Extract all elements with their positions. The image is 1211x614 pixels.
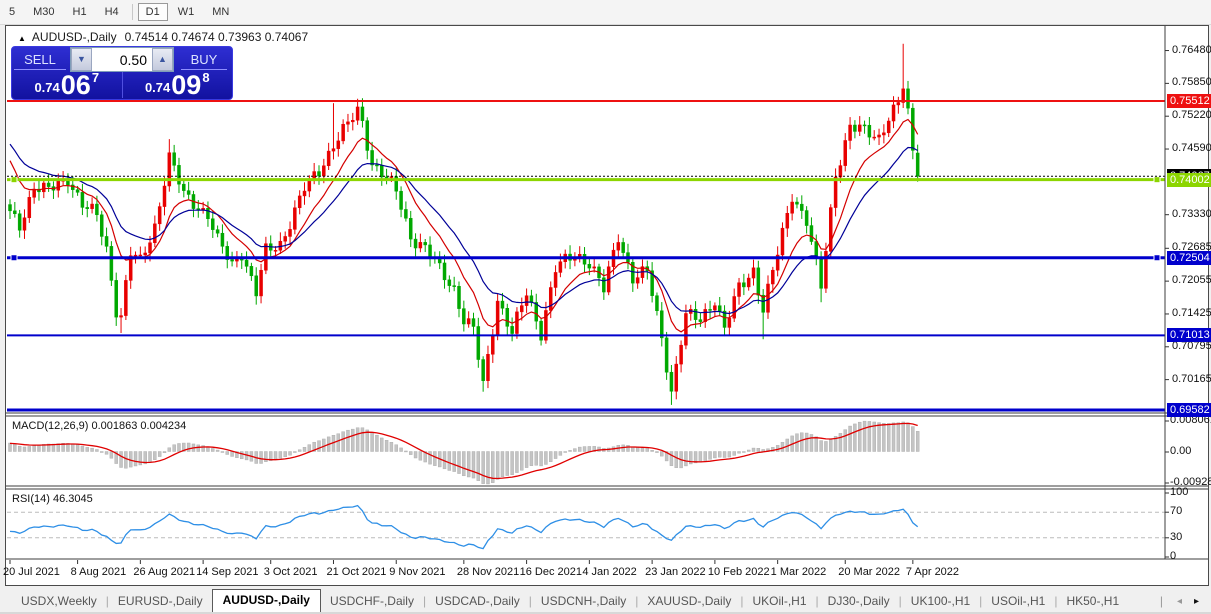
price-badge-0.71013: 0.71013 xyxy=(1167,328,1211,342)
date-label: 3 Oct 2021 xyxy=(264,566,318,578)
date-label: 9 Nov 2021 xyxy=(389,566,445,578)
date-label: 7 Apr 2022 xyxy=(906,566,959,578)
date-label: 21 Oct 2021 xyxy=(326,566,386,578)
rsi-tick-0: 0 xyxy=(1170,550,1176,562)
macd-label: MACD(12,26,9) 0.001863 0.004234 xyxy=(12,420,186,432)
hline-handle[interactable] xyxy=(1154,255,1160,261)
macd-tick: 0.00 xyxy=(1170,445,1191,457)
date-label: 28 Nov 2021 xyxy=(457,566,519,578)
date-label: 8 Aug 2021 xyxy=(71,566,127,578)
chart-ohlc-values: 0.74514 0.74674 0.73963 0.74067 xyxy=(125,30,309,44)
one-click-trade-panel: SELL ▼ 0.50 ▲ BUY 0.74067 0.74098 xyxy=(11,46,233,100)
mt4-application: 5M30H1H4D1W1MN ▲AUDUSD-,Daily0.74514 0.7… xyxy=(0,0,1211,614)
date-label: 26 Aug 2021 xyxy=(133,566,195,578)
rsi-tick-30: 30 xyxy=(1170,531,1182,543)
price-badge-0.75512: 0.75512 xyxy=(1167,94,1211,108)
chart-symbol: AUDUSD-,Daily xyxy=(32,30,117,44)
sell-button[interactable]: SELL xyxy=(12,52,68,67)
date-label: 23 Jan 2022 xyxy=(645,566,706,578)
hline-handle[interactable] xyxy=(11,177,17,183)
date-label: 20 Jul 2021 xyxy=(3,566,60,578)
rsi-tick-100: 100 xyxy=(1170,486,1188,498)
expand-icon[interactable]: ▲ xyxy=(18,34,26,43)
hline-handle[interactable] xyxy=(11,255,17,261)
ma-fast-line xyxy=(10,120,918,332)
price-tick-0.75220: 0.75220 xyxy=(1172,109,1211,121)
price-tick-0.76480: 0.76480 xyxy=(1172,44,1211,56)
buy-button[interactable]: BUY xyxy=(176,52,232,67)
volume-increase-button[interactable]: ▲ xyxy=(152,48,173,71)
price-tick-0.75850: 0.75850 xyxy=(1172,76,1211,88)
sell-price[interactable]: 0.74067 xyxy=(12,72,122,98)
price-tick-0.70165: 0.70165 xyxy=(1172,373,1211,385)
volume-input[interactable]: 0.50 xyxy=(92,52,152,68)
price-tick-0.73330: 0.73330 xyxy=(1172,208,1211,220)
date-label: 1 Mar 2022 xyxy=(771,566,827,578)
buy-price[interactable]: 0.74098 xyxy=(123,72,233,98)
chart-title: ▲ AUDUSD-,Daily 0.74514 0.74674 0.73963 0.… xyxy=(18,30,308,44)
price-badge-0.72504: 0.72504 xyxy=(1167,251,1211,265)
date-label: 10 Feb 2022 xyxy=(708,566,770,578)
rsi-label: RSI(14) 46.3045 xyxy=(12,493,93,505)
price-badge-0.74002: 0.74002 xyxy=(1167,173,1211,187)
date-label: 4 Jan 2022 xyxy=(582,566,636,578)
price-tick-0.71425: 0.71425 xyxy=(1172,307,1211,319)
date-label: 14 Sep 2021 xyxy=(196,566,258,578)
price-tick-0.72055: 0.72055 xyxy=(1172,274,1211,286)
rsi-tick-70: 70 xyxy=(1170,505,1182,517)
price-tick-0.74590: 0.74590 xyxy=(1172,142,1211,154)
hline-handle[interactable] xyxy=(1154,177,1160,183)
date-label: 20 Mar 2022 xyxy=(838,566,900,578)
volume-decrease-button[interactable]: ▼ xyxy=(71,48,92,71)
price-badge-0.69582: 0.69582 xyxy=(1167,403,1211,417)
date-label: 16 Dec 2021 xyxy=(520,566,582,578)
